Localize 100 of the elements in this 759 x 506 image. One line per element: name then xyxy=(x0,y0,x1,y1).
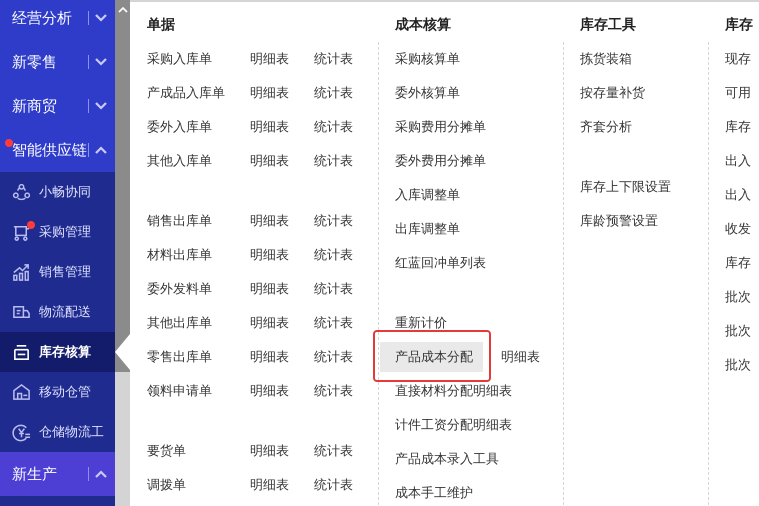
menu-link[interactable]: 出库调整单 xyxy=(395,221,460,236)
section-label: 新生产 xyxy=(12,464,58,484)
scroll-up-icon[interactable] xyxy=(118,6,128,13)
item-label: 库存核算 xyxy=(39,343,91,361)
menu-link[interactable]: 直接材料分配明细表 xyxy=(395,383,512,398)
sidebar-item[interactable]: 物流配送 xyxy=(0,292,115,332)
item-label: 销售管理 xyxy=(39,263,91,281)
report-link[interactable]: 统计表 xyxy=(314,349,353,364)
sidebar-item[interactable]: 采购管理 xyxy=(0,212,115,252)
report-link[interactable]: 明细表 xyxy=(250,85,289,100)
menu-link[interactable]: 批次 xyxy=(725,289,751,304)
menu-link[interactable]: 出入 xyxy=(725,153,751,168)
sidebar-section[interactable]: 新零售 xyxy=(0,40,115,84)
menu-link[interactable]: 委外发料单 xyxy=(147,281,212,296)
menu-link[interactable]: 现存 xyxy=(725,51,751,66)
report-link[interactable]: 统计表 xyxy=(314,443,353,458)
menu-link[interactable]: 零售出库单 xyxy=(147,349,212,364)
sidebar-section[interactable]: 经营分析 xyxy=(0,0,115,40)
report-link[interactable]: 明细表 xyxy=(250,213,289,228)
menu-link[interactable]: 齐套分析 xyxy=(580,119,632,134)
report-link[interactable]: 明细表 xyxy=(250,153,289,168)
report-link[interactable]: 明细表 xyxy=(250,349,289,364)
section-label: 新商贸 xyxy=(12,96,58,116)
pointer-arrow xyxy=(115,334,130,370)
sidebar-item[interactable]: 移动仓管 xyxy=(0,372,115,412)
menu-link[interactable]: 销售出库单 xyxy=(147,213,212,228)
sidebar-item[interactable]: 仓储物流工 xyxy=(0,412,115,452)
menu-link[interactable]: 委外核算单 xyxy=(395,85,460,100)
report-link[interactable]: 明细表 xyxy=(250,443,289,458)
menu-link[interactable]: 拣货装箱 xyxy=(580,51,632,66)
report-link[interactable]: 统计表 xyxy=(314,85,353,100)
section-label: 智能供应链 xyxy=(12,140,88,160)
menu-link[interactable]: 采购核算单 xyxy=(395,51,460,66)
menu-link[interactable]: 调拨单 xyxy=(147,477,186,492)
column-heading: 库存 xyxy=(725,16,753,34)
menu-link[interactable]: 产品成本分配 xyxy=(380,342,483,372)
report-link[interactable]: 统计表 xyxy=(314,477,353,492)
menu-link[interactable]: 其他出库单 xyxy=(147,315,212,330)
menu-link[interactable]: 材料出库单 xyxy=(147,247,212,262)
menu-link[interactable]: 采购费用分摊单 xyxy=(395,119,486,134)
section-label: 经营分析 xyxy=(12,8,73,28)
column-heading: 单据 xyxy=(147,16,175,34)
menu-link[interactable]: 入库调整单 xyxy=(395,187,460,202)
report-link[interactable]: 统计表 xyxy=(314,281,353,296)
chevron-icon xyxy=(95,102,107,110)
report-link[interactable]: 明细表 xyxy=(250,51,289,66)
menu-link[interactable]: 产品成本录入工具 xyxy=(395,451,499,466)
menu-link[interactable]: 库存上下限设置 xyxy=(580,179,671,194)
menu-link[interactable]: 计件工资分配明细表 xyxy=(395,417,512,432)
menu-link[interactable]: 红蓝回冲单列表 xyxy=(395,255,486,270)
menu-link[interactable]: 库存 xyxy=(725,119,751,134)
menu-link[interactable]: 重新计价 xyxy=(395,315,447,330)
sidebar-item[interactable]: 小畅协同 xyxy=(0,172,115,212)
network-icon xyxy=(12,182,31,202)
menu-link[interactable]: 成本手工维护 xyxy=(395,485,473,500)
tray-icon xyxy=(12,342,31,362)
menu-link[interactable]: 委外费用分摊单 xyxy=(395,153,486,168)
report-link[interactable]: 统计表 xyxy=(314,153,353,168)
column-heading: 成本核算 xyxy=(395,16,451,34)
report-link[interactable]: 统计表 xyxy=(314,383,353,398)
menu-link[interactable]: 委外入库单 xyxy=(147,119,212,134)
report-link[interactable]: 明细表 xyxy=(501,349,540,364)
chart-icon xyxy=(12,262,31,282)
menu-link[interactable]: 产成品入库单 xyxy=(147,85,225,100)
chevron-icon xyxy=(95,146,107,154)
menu-link[interactable]: 出入 xyxy=(725,187,751,202)
menu-link[interactable]: 其他入库单 xyxy=(147,153,212,168)
report-link[interactable]: 统计表 xyxy=(314,213,353,228)
menu-link[interactable]: 可用 xyxy=(725,85,751,100)
report-link[interactable]: 明细表 xyxy=(250,247,289,262)
sidebar-section[interactable]: 新商贸 xyxy=(0,84,115,128)
report-link[interactable]: 明细表 xyxy=(250,477,289,492)
chevron-icon xyxy=(95,58,107,66)
report-link[interactable]: 明细表 xyxy=(250,315,289,330)
menu-link[interactable]: 按存量补货 xyxy=(580,85,645,100)
menu-link[interactable]: 库存 xyxy=(725,255,751,270)
report-link[interactable]: 统计表 xyxy=(314,315,353,330)
sidebar-section[interactable]: 新生产 xyxy=(0,452,115,496)
report-link[interactable]: 明细表 xyxy=(250,281,289,296)
menu-link[interactable]: 收发 xyxy=(725,221,751,236)
chevron-icon xyxy=(95,14,107,22)
sidebar-section[interactable]: 智能供应链 xyxy=(0,128,115,172)
item-label: 物流配送 xyxy=(39,303,91,321)
report-link[interactable]: 统计表 xyxy=(314,247,353,262)
sidebar-item[interactable]: 库存核算 xyxy=(0,332,115,372)
report-link[interactable]: 统计表 xyxy=(314,119,353,134)
chevron-icon xyxy=(95,470,107,478)
report-link[interactable]: 明细表 xyxy=(250,119,289,134)
menu-link[interactable]: 库龄预警设置 xyxy=(580,213,658,228)
yen-icon xyxy=(12,422,31,442)
menu-link[interactable]: 要货单 xyxy=(147,443,186,458)
report-link[interactable]: 统计表 xyxy=(314,51,353,66)
menu-link[interactable]: 采购入库单 xyxy=(147,51,212,66)
menu-link[interactable]: 领料申请单 xyxy=(147,383,212,398)
menu-link[interactable]: 批次 xyxy=(725,357,751,372)
sidebar-item[interactable]: 销售管理 xyxy=(0,252,115,292)
report-link[interactable]: 明细表 xyxy=(250,383,289,398)
menu-link[interactable]: 批次 xyxy=(725,323,751,338)
item-label: 移动仓管 xyxy=(39,383,91,401)
item-label: 小畅协同 xyxy=(39,183,91,201)
